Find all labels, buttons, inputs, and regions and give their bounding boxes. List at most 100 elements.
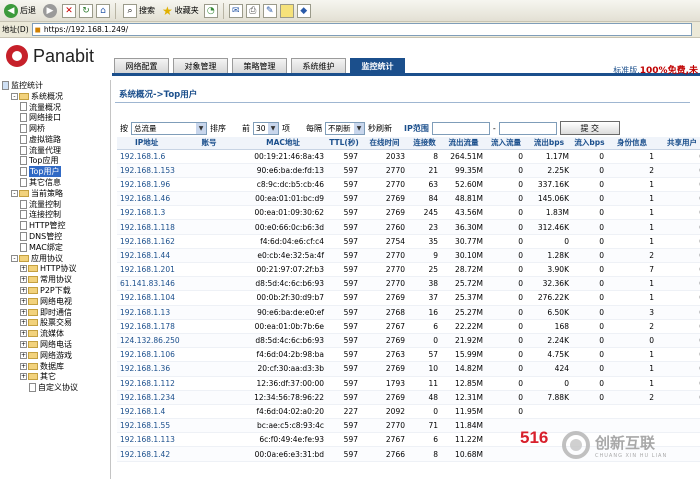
sidebar-item[interactable]: Top用户 <box>0 166 110 178</box>
top-count-select[interactable]: 30 ▼ <box>253 121 279 135</box>
column-header[interactable]: 账号 <box>179 137 239 150</box>
sidebar-item[interactable]: Top应用 <box>0 156 110 167</box>
tab-policy-management[interactable]: 策略管理 <box>232 58 287 73</box>
sidebar-item[interactable]: 流量控制 <box>0 199 110 210</box>
sidebar-item[interactable]: + 网络电视 <box>0 296 110 307</box>
sidebar-item[interactable]: + 网络游戏 <box>0 350 110 361</box>
ip-link[interactable]: 192.168.1.118 <box>117 219 179 235</box>
sidebar-item[interactable]: - 应用协议 <box>0 253 110 264</box>
ip-link[interactable]: 192.168.1.112 <box>117 376 179 391</box>
tab-system-maintenance[interactable]: 系统维护 <box>291 58 346 73</box>
refresh-icon[interactable]: ↻ <box>79 3 93 18</box>
sidebar-item[interactable]: 连接控制 <box>0 210 110 221</box>
stop-icon[interactable]: ✕ <box>62 3 76 18</box>
sort-select[interactable]: 总流量 ▼ <box>131 121 207 135</box>
ip-link[interactable]: 192.168.1.44 <box>117 248 179 264</box>
sidebar-item[interactable]: 流量概况 <box>0 102 110 113</box>
column-header[interactable]: 流入流量 <box>486 137 526 150</box>
history-icon[interactable]: ◔ <box>203 3 218 18</box>
tab-network-config[interactable]: 网络配置 <box>114 58 169 73</box>
back-button[interactable]: ◀ 后退 <box>2 2 38 20</box>
ip-link[interactable]: 192.168.1.6 <box>117 149 179 164</box>
submit-button[interactable]: 提 交 <box>559 121 620 135</box>
home-icon[interactable]: ⌂ <box>96 3 110 18</box>
sidebar-item[interactable]: DNS管控 <box>0 231 110 242</box>
sidebar-item[interactable]: 其它信息 <box>0 177 110 188</box>
address-input[interactable]: ◼ https://192.168.1.249/ <box>31 23 692 36</box>
ip-range-start-input[interactable] <box>431 121 490 135</box>
expand-icon[interactable]: + <box>20 341 27 349</box>
mail-icon[interactable]: ✉ <box>228 3 243 18</box>
edit-icon[interactable]: ✎ <box>262 3 277 18</box>
column-header[interactable]: 身份信息 <box>607 137 657 150</box>
messenger-icon[interactable]: ◆ <box>296 3 311 18</box>
sidebar-item[interactable]: 网桥 <box>0 123 110 134</box>
tab-object-management[interactable]: 对象管理 <box>173 58 228 73</box>
sidebar-item[interactable]: 网络接口 <box>0 112 110 123</box>
ip-link[interactable]: 192.168.1.106 <box>117 347 179 363</box>
ip-link[interactable]: 192.168.1.113 <box>117 432 179 448</box>
expand-icon[interactable]: + <box>20 351 27 359</box>
ip-link[interactable]: 124.132.86.250 <box>117 333 180 349</box>
ip-link[interactable]: 192.168.1.153 <box>117 163 179 178</box>
sidebar-item[interactable]: + 股票交易 <box>0 318 110 329</box>
ip-link[interactable]: 61.141.83.146 <box>117 276 179 292</box>
expand-icon[interactable]: + <box>20 308 27 316</box>
ip-link[interactable]: 192.168.1.104 <box>117 290 179 306</box>
column-header[interactable]: 连接数 <box>408 137 441 150</box>
expand-icon[interactable]: + <box>20 276 27 284</box>
expand-icon[interactable]: + <box>20 287 27 295</box>
sidebar-item[interactable]: + 即时通信 <box>0 307 110 318</box>
sidebar-item[interactable]: - 当前策略 <box>0 188 110 199</box>
sidebar-item[interactable]: + 其它 <box>0 372 110 383</box>
expand-icon[interactable]: + <box>20 373 27 381</box>
column-header[interactable]: 共享用户 <box>657 137 700 150</box>
ip-link[interactable]: 192.168.1.201 <box>117 262 179 278</box>
ip-link[interactable]: 192.168.1.178 <box>117 319 179 334</box>
ip-range-end-input[interactable] <box>498 121 557 135</box>
expand-icon[interactable]: + <box>20 265 27 273</box>
sidebar-item[interactable]: + HTTP协议 <box>0 264 110 275</box>
column-header[interactable]: MAC地址 <box>239 137 327 150</box>
forward-button[interactable]: ▶ <box>41 2 59 20</box>
sidebar-item[interactable]: 虚拟链路 <box>0 134 110 145</box>
ip-link[interactable]: 192.168.1.162 <box>117 234 179 249</box>
collapse-icon[interactable]: - <box>11 189 18 197</box>
refresh-interval-select[interactable]: 不刷新 ▼ <box>325 121 365 135</box>
ip-link[interactable]: 192.168.1.3 <box>117 205 179 221</box>
favorites-button[interactable]: ★ 收藏夹 <box>160 2 201 20</box>
sidebar-item[interactable]: 监控统计 <box>0 80 110 91</box>
sidebar-item[interactable]: 自定义协议 <box>0 382 110 393</box>
folder-icon[interactable] <box>279 3 294 18</box>
collapse-icon[interactable]: - <box>11 92 18 100</box>
sidebar-item[interactable]: HTTP管控 <box>0 220 110 231</box>
sidebar-item[interactable]: + 流媒体 <box>0 328 110 339</box>
search-button[interactable]: ⌕ 搜索 <box>121 2 157 20</box>
column-header[interactable]: TTL(秒) <box>327 137 361 150</box>
print-icon[interactable]: ⎙ <box>245 3 260 18</box>
ip-link[interactable]: 192.168.1.42 <box>117 446 179 462</box>
ip-link[interactable]: 192.168.1.46 <box>117 191 179 207</box>
column-header[interactable]: 流入bps <box>572 137 607 150</box>
ip-link[interactable]: 192.168.1.96 <box>117 177 179 193</box>
ip-link[interactable]: 192.168.1.4 <box>117 404 179 420</box>
sidebar-item[interactable]: MAC绑定 <box>0 242 110 253</box>
sidebar-item[interactable]: + 数据库 <box>0 361 110 372</box>
ip-link[interactable]: 192.168.1.234 <box>117 390 179 405</box>
ip-link[interactable]: 192.168.1.36 <box>117 361 179 377</box>
column-header[interactable]: IP地址 <box>117 137 179 150</box>
column-header[interactable]: 在线时间 <box>361 137 408 150</box>
sidebar-item[interactable]: + 网络电话 <box>0 339 110 350</box>
sidebar-item[interactable]: - 系统概况 <box>0 91 110 102</box>
sidebar-item[interactable]: + 常用协议 <box>0 274 110 285</box>
collapse-icon[interactable]: - <box>11 254 18 262</box>
tab-monitoring[interactable]: 监控统计 <box>350 58 405 73</box>
ip-link[interactable]: 192.168.1.55 <box>117 418 179 434</box>
expand-icon[interactable]: + <box>20 297 27 305</box>
sidebar-item[interactable]: + P2P下载 <box>0 285 110 296</box>
sidebar-item[interactable]: 流量代理 <box>0 145 110 156</box>
column-header[interactable]: 流出流量 <box>441 137 486 150</box>
expand-icon[interactable]: + <box>20 319 27 327</box>
column-header[interactable]: 流出bps <box>526 137 572 150</box>
ip-link[interactable]: 192.168.1.13 <box>117 305 179 320</box>
